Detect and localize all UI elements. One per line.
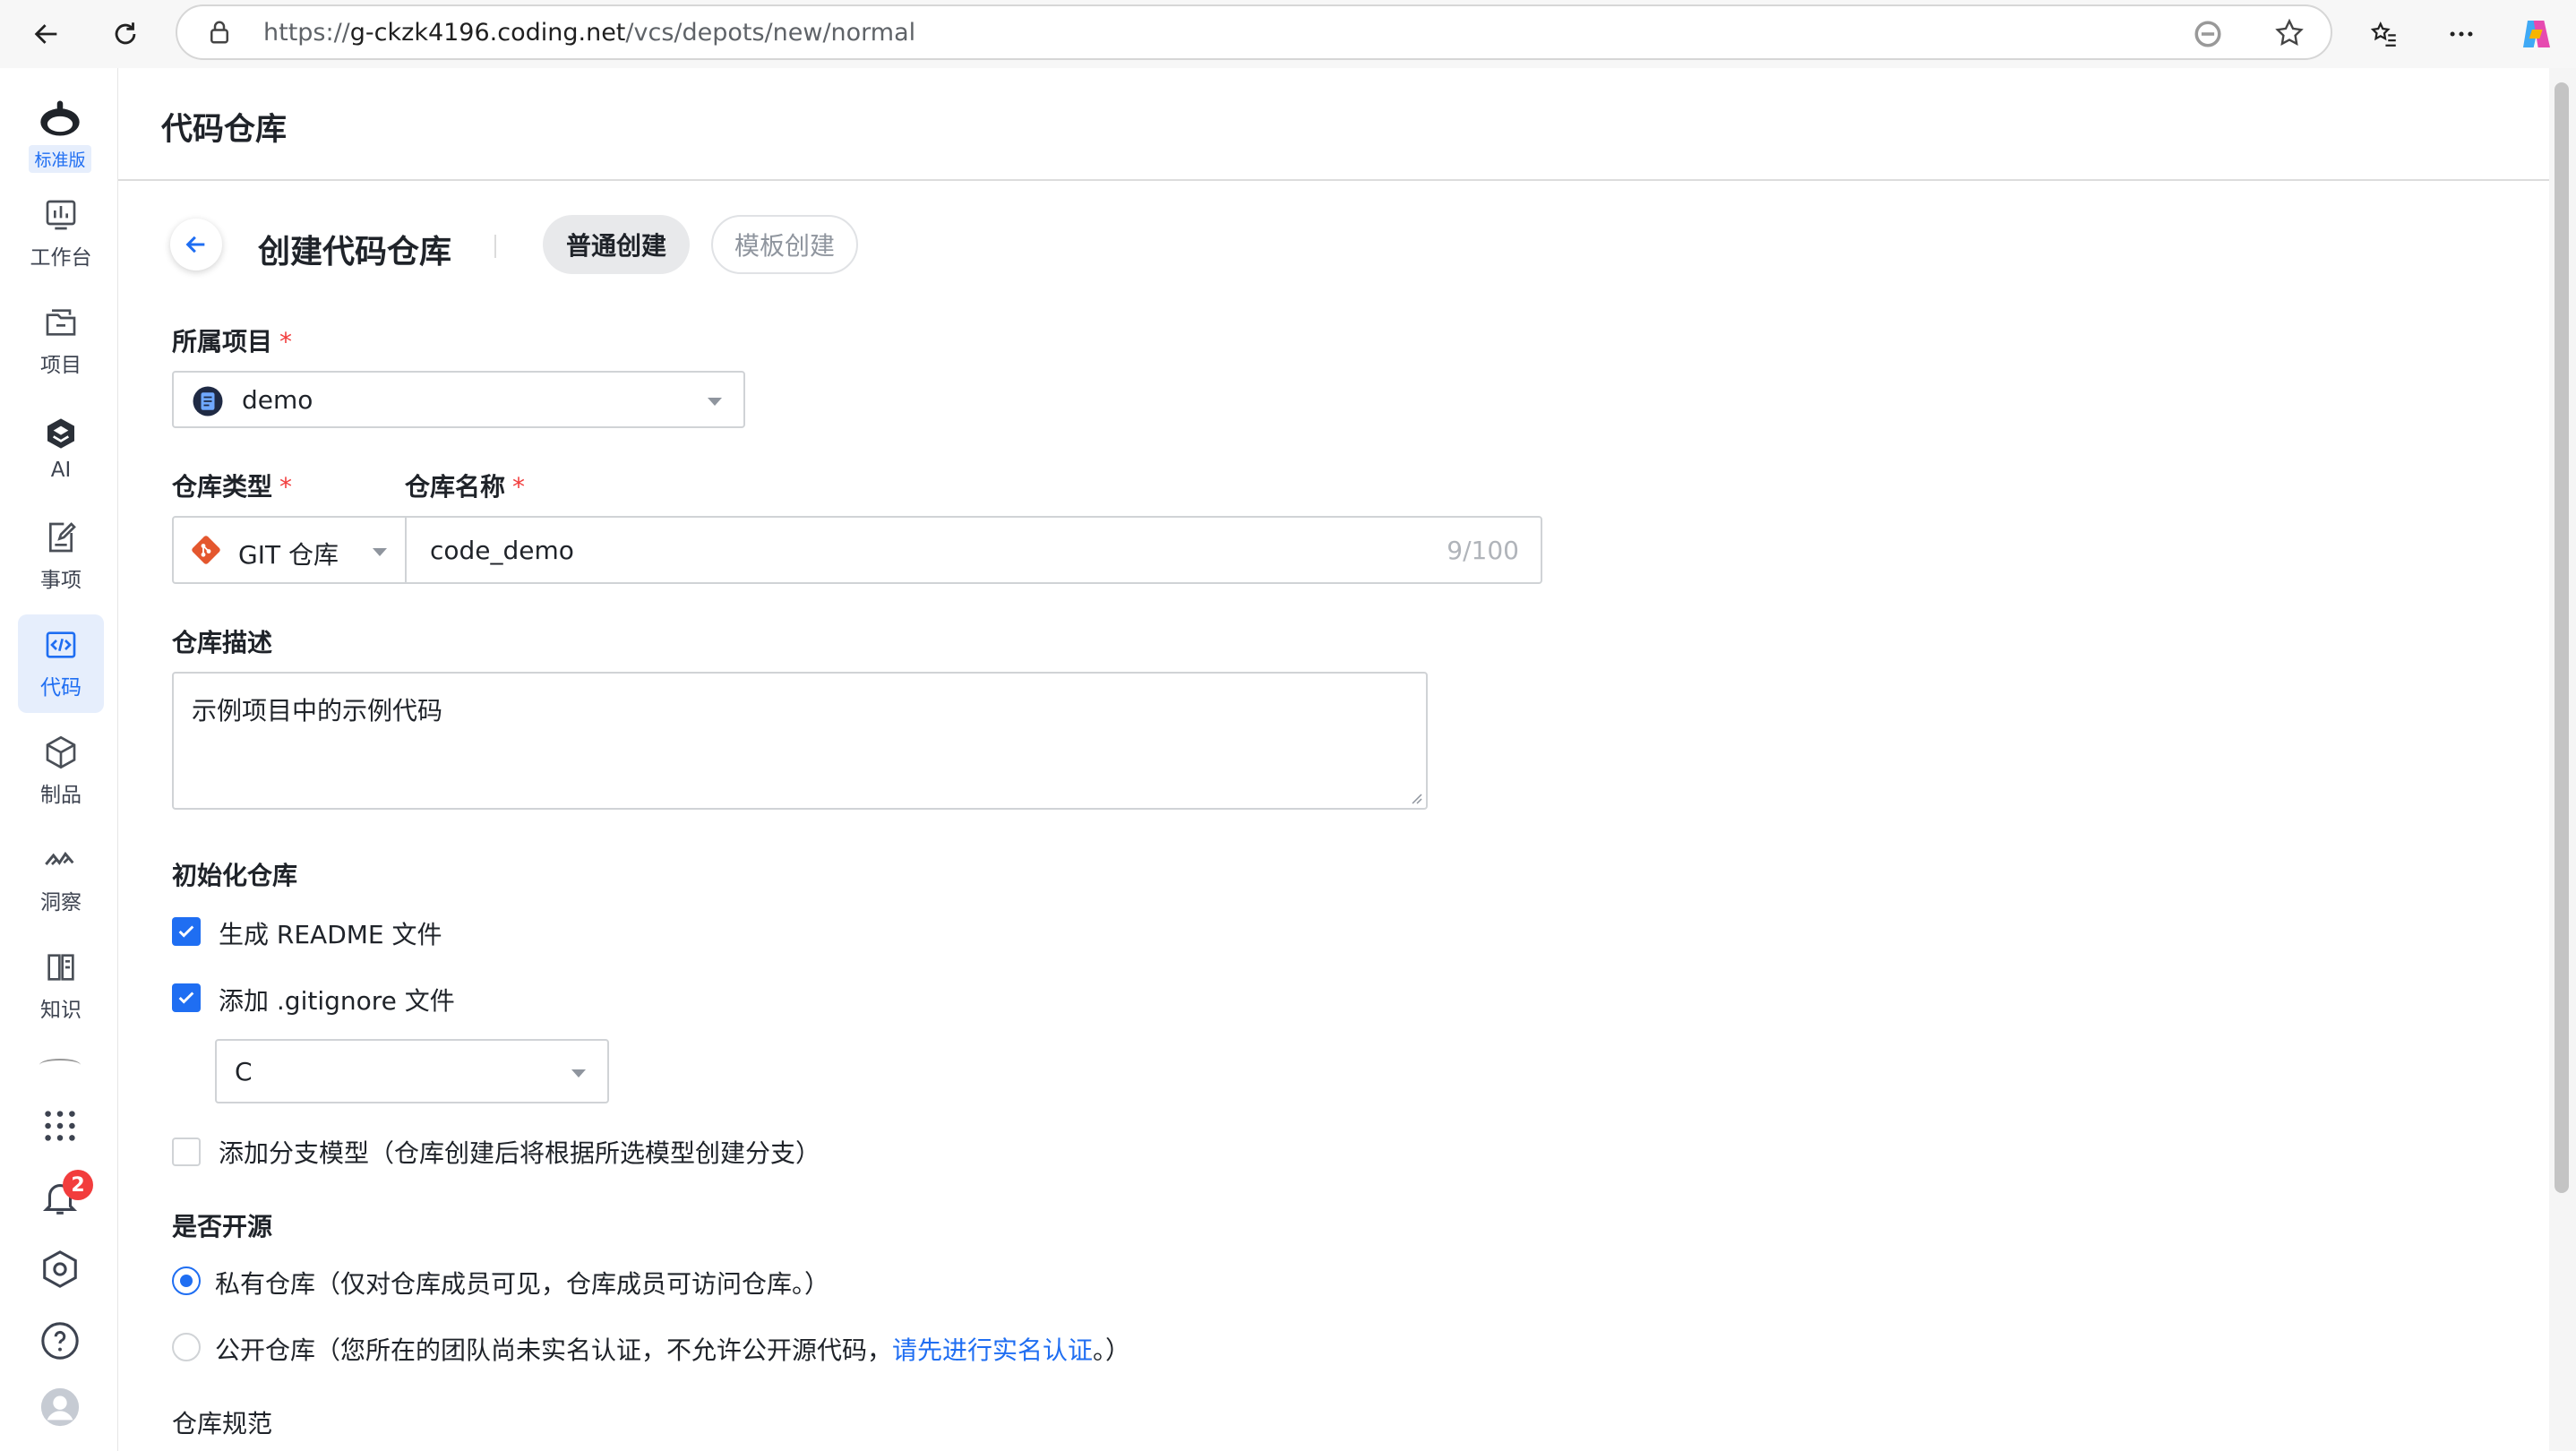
repo-type-select[interactable]: GIT 仓库 xyxy=(172,516,407,584)
sidebar-item-label: 项目 xyxy=(40,354,82,377)
readme-checkbox[interactable] xyxy=(172,917,201,946)
project-label: 所属项目 * xyxy=(172,327,293,356)
repo-type-value: GIT 仓库 xyxy=(238,540,339,570)
code-icon xyxy=(46,631,76,658)
sidebar-item-label: AI xyxy=(50,459,72,482)
sidebar-item-insight[interactable]: 洞察 xyxy=(18,829,104,928)
arrow-left-icon xyxy=(185,236,205,253)
private-radio[interactable] xyxy=(172,1266,201,1295)
task-icon xyxy=(49,522,76,553)
init-repo-label: 初始化仓库 xyxy=(172,861,298,890)
check-icon xyxy=(178,925,194,938)
project-select[interactable]: demo xyxy=(172,371,745,428)
required-mark: * xyxy=(279,472,293,502)
description-textarea[interactable]: 示例项目中的示例代码 xyxy=(172,672,1428,810)
resize-handle-icon[interactable] xyxy=(1408,790,1422,804)
repo-name-input[interactable]: code_demo 9/100 xyxy=(405,516,1542,584)
gitignore-template-value: C xyxy=(235,1057,253,1086)
notification-count-badge: 2 xyxy=(63,1170,93,1200)
repo-name-label: 仓库名称 * xyxy=(405,472,526,502)
opensource-label: 是否开源 xyxy=(172,1212,273,1241)
repo-name-value: code_demo xyxy=(430,536,574,565)
sidebar-item-label: 知识 xyxy=(40,999,82,1022)
repo-name-char-count: 9/100 xyxy=(1447,536,1519,565)
apps-grid-icon[interactable] xyxy=(39,1105,81,1146)
app-sidebar: 标准版 工作台 项目 AI 事项 代码 制品 洞察 知识 2 xyxy=(0,68,118,1451)
coding-logo-icon xyxy=(40,100,80,136)
readme-label[interactable]: 生成 README 文件 xyxy=(219,915,442,951)
sidebar-item-knowledge[interactable]: 知识 xyxy=(18,937,104,1035)
sidebar-item-artifacts[interactable]: 制品 xyxy=(18,722,104,820)
required-mark: * xyxy=(279,327,293,356)
reload-icon[interactable] xyxy=(106,14,145,54)
gitignore-template-select[interactable]: C xyxy=(215,1039,609,1103)
avatar[interactable] xyxy=(39,1387,81,1428)
required-mark: * xyxy=(512,472,526,502)
ai-icon xyxy=(47,418,74,449)
read-aloud-icon[interactable] xyxy=(2193,19,2223,49)
scrollbar-thumb[interactable] xyxy=(2555,82,2569,1193)
sidebar-item-ai[interactable]: AI xyxy=(18,399,104,498)
copilot-icon[interactable] xyxy=(2517,14,2556,54)
brand-logo[interactable]: 标准版 xyxy=(25,95,95,177)
browser-toolbar: https://g-ckzk4196.coding.net/vcs/depots… xyxy=(0,0,2576,68)
book-icon xyxy=(47,954,74,981)
box-icon xyxy=(46,735,76,769)
edition-badge: 标准版 xyxy=(29,145,91,173)
chevron-down-icon xyxy=(373,548,387,556)
url-text[interactable]: https://g-ckzk4196.coding.net/vcs/depots… xyxy=(263,19,915,47)
address-bar[interactable]: https://g-ckzk4196.coding.net/vcs/depots… xyxy=(176,4,2332,60)
check-icon xyxy=(178,992,194,1004)
branch-model-label[interactable]: 添加分支模型（仓库创建后将根据所选模型创建分支） xyxy=(219,1134,820,1170)
sidebar-scroll-divider xyxy=(39,1059,81,1071)
folder-icon xyxy=(46,309,76,336)
page-header: 代码仓库 xyxy=(118,68,2558,181)
sidebar-item-workbench[interactable]: 工作台 xyxy=(18,185,104,283)
private-label[interactable]: 私有仓库（仅对仓库成员可见，仓库成员可访问仓库。） xyxy=(215,1265,829,1301)
lock-icon[interactable] xyxy=(206,19,233,46)
branch-model-checkbox[interactable] xyxy=(172,1138,201,1166)
project-icon xyxy=(193,386,223,416)
repo-spec-label: 仓库规范 xyxy=(172,1409,273,1438)
project-value: demo xyxy=(242,385,313,415)
main-content: 代码仓库 创建代码仓库 普通创建 模板创建 所属项目 * demo 仓库类型 * 仓… xyxy=(118,68,2558,1451)
sidebar-item-issues[interactable]: 事项 xyxy=(18,507,104,605)
chevron-down-icon xyxy=(571,1069,586,1078)
settings-hex-icon[interactable] xyxy=(39,1249,81,1290)
public-radio[interactable] xyxy=(172,1333,201,1361)
public-label[interactable]: 公开仓库（您所在的团队尚未实名认证，不允许公开源代码，请先进行实名认证。） xyxy=(215,1331,1130,1367)
back-button[interactable] xyxy=(170,219,222,270)
sidebar-item-label: 洞察 xyxy=(40,891,82,914)
sidebar-item-label: 事项 xyxy=(40,569,82,592)
help-icon[interactable] xyxy=(39,1320,81,1361)
gitignore-checkbox[interactable] xyxy=(172,983,201,1012)
sidebar-item-projects[interactable]: 项目 xyxy=(18,292,104,391)
chevron-down-icon xyxy=(708,398,722,406)
page-title: 创建代码仓库 xyxy=(258,234,452,270)
sidebar-item-label: 工作台 xyxy=(30,246,92,270)
back-arrow-icon[interactable] xyxy=(27,14,66,54)
sidebar-item-label: 代码 xyxy=(40,676,82,700)
git-icon xyxy=(192,536,220,564)
insight-icon xyxy=(45,851,74,865)
tab-template-create[interactable]: 模板创建 xyxy=(711,215,858,274)
dashboard-icon xyxy=(46,200,76,230)
more-options-icon[interactable] xyxy=(2442,14,2481,54)
real-name-auth-link[interactable]: 请先进行实名认证 xyxy=(892,1335,1093,1365)
repo-type-label: 仓库类型 * xyxy=(172,472,293,502)
sidebar-item-code[interactable]: 代码 xyxy=(18,614,104,713)
favorites-list-icon[interactable] xyxy=(2365,14,2404,54)
description-value: 示例项目中的示例代码 xyxy=(192,696,443,726)
gitignore-label[interactable]: 添加 .gitignore 文件 xyxy=(219,982,455,1017)
favorite-star-icon[interactable] xyxy=(2273,17,2306,49)
tab-normal-create[interactable]: 普通创建 xyxy=(543,215,690,274)
description-label: 仓库描述 xyxy=(172,628,273,657)
title-divider xyxy=(494,235,496,258)
header-title: 代码仓库 xyxy=(161,112,288,148)
sidebar-item-label: 制品 xyxy=(40,784,82,807)
